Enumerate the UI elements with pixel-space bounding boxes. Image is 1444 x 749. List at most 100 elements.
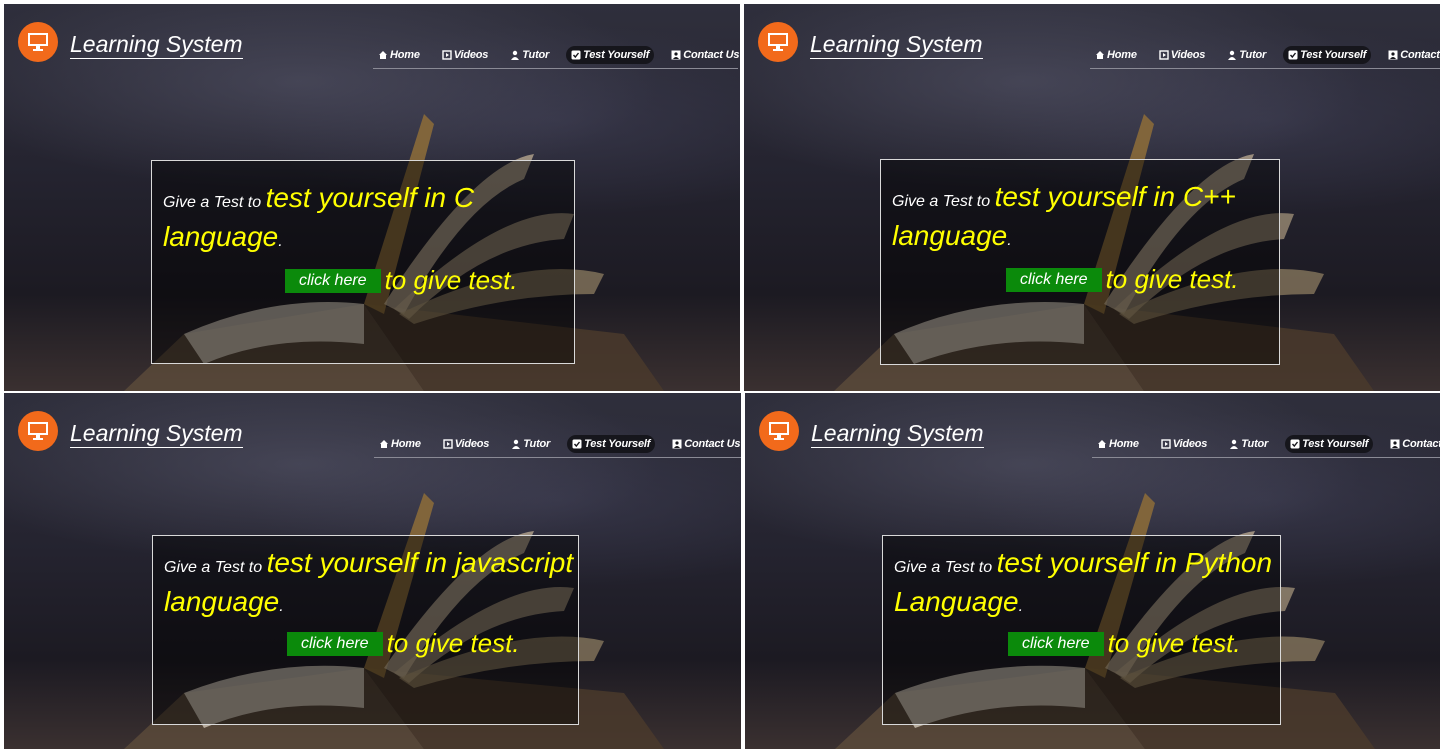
card-cta: click here to give test. bbox=[1006, 264, 1239, 295]
logo[interactable] bbox=[758, 22, 798, 62]
nav-label: Test Yourself bbox=[584, 438, 651, 450]
checkbox-icon bbox=[1288, 50, 1298, 60]
click-here-button[interactable]: click here bbox=[1006, 267, 1102, 292]
nav-label: Home bbox=[391, 438, 421, 450]
nav-contact-us[interactable]: Contact Us bbox=[1383, 46, 1440, 64]
user-icon bbox=[511, 50, 520, 60]
contact-icon bbox=[1388, 50, 1398, 60]
nav-tutor[interactable]: Tutor bbox=[1222, 46, 1271, 64]
nav-label: Tutor bbox=[1241, 438, 1269, 450]
nav-videos[interactable]: Videos bbox=[1154, 46, 1210, 64]
nav-test-yourself[interactable]: Test Yourself bbox=[566, 46, 655, 64]
nav-label: Tutor bbox=[522, 49, 550, 61]
nav-test-yourself[interactable]: Test Yourself bbox=[1283, 46, 1372, 64]
checkbox-icon bbox=[571, 50, 581, 60]
headline-line2: language bbox=[892, 220, 1008, 251]
nav-tutor[interactable]: Tutor bbox=[1224, 435, 1273, 453]
video-icon bbox=[443, 439, 453, 449]
brand-title[interactable]: Learning System bbox=[811, 420, 984, 448]
video-icon bbox=[1161, 439, 1171, 449]
give-test-text: to give test. bbox=[386, 628, 520, 658]
nav-contact-us[interactable]: Contact Us bbox=[666, 46, 740, 64]
nav-videos[interactable]: Videos bbox=[438, 435, 494, 453]
headline-lead: Give a Test to bbox=[164, 559, 267, 576]
give-test-text: to give test. bbox=[1105, 264, 1239, 294]
test-card: Give a Test to test yourself in C langua… bbox=[151, 160, 575, 364]
nav-label: Contact Us bbox=[1402, 438, 1440, 450]
main-nav: Home Videos Tutor Test Yourself Contact … bbox=[1090, 42, 1440, 69]
headline-lead: Give a Test to bbox=[894, 559, 997, 576]
monitor-icon bbox=[28, 33, 48, 51]
brand-title[interactable]: Learning System bbox=[70, 31, 243, 59]
home-icon bbox=[379, 51, 387, 59]
video-icon bbox=[1159, 50, 1169, 60]
nav-label: Tutor bbox=[523, 438, 551, 450]
nav-label: Tutor bbox=[1239, 49, 1267, 61]
nav-contact-us[interactable]: Contact Us bbox=[1385, 435, 1440, 453]
nav-home[interactable]: Home bbox=[1092, 435, 1144, 453]
click-here-button[interactable]: click here bbox=[285, 268, 381, 293]
nav-contact-us[interactable]: Contact Us bbox=[667, 435, 741, 453]
test-page-cpp: Learning System Home Videos Tutor Test Y… bbox=[744, 4, 1440, 391]
test-card: Give a Test to test yourself in javascri… bbox=[152, 535, 579, 725]
headline-lead: Give a Test to bbox=[892, 193, 995, 210]
nav-label: Contact Us bbox=[1400, 49, 1440, 61]
card-headline: Give a Test to test yourself in Python L… bbox=[894, 546, 1272, 624]
checkbox-icon bbox=[572, 439, 582, 449]
nav-label: Home bbox=[1109, 438, 1139, 450]
nav-label: Videos bbox=[453, 49, 489, 61]
give-test-text: to give test. bbox=[384, 265, 518, 295]
nav-videos[interactable]: Videos bbox=[437, 46, 493, 64]
headline-language: test yourself in C bbox=[265, 182, 475, 213]
card-cta: click here to give test. bbox=[285, 265, 518, 296]
click-here-button[interactable]: click here bbox=[287, 631, 383, 656]
nav-label: Videos bbox=[454, 438, 490, 450]
headline-period: . bbox=[279, 598, 284, 615]
headline-period: . bbox=[1018, 598, 1024, 615]
headline-period: . bbox=[278, 233, 283, 250]
monitor-icon bbox=[768, 33, 788, 51]
contact-icon bbox=[1390, 439, 1400, 449]
brand-title[interactable]: Learning System bbox=[810, 31, 983, 59]
card-headline: Give a Test to test yourself in C langua… bbox=[163, 181, 474, 259]
nav-label: Test Yourself bbox=[1302, 438, 1369, 450]
nav-label: Test Yourself bbox=[583, 49, 650, 61]
main-nav: Home Videos Tutor Test Yourself Contact … bbox=[373, 42, 740, 69]
home-icon bbox=[380, 440, 388, 448]
nav-test-yourself[interactable]: Test Yourself bbox=[567, 435, 656, 453]
logo[interactable] bbox=[18, 411, 58, 451]
nav-videos[interactable]: Videos bbox=[1156, 435, 1212, 453]
contact-icon bbox=[671, 50, 681, 60]
monitor-icon bbox=[769, 422, 789, 440]
logo[interactable] bbox=[759, 411, 799, 451]
card-headline: Give a Test to test yourself in C++ lang… bbox=[892, 180, 1236, 258]
nav-home[interactable]: Home bbox=[373, 46, 425, 64]
main-nav: Home Videos Tutor Test Yourself Contact … bbox=[374, 431, 741, 458]
nav-label: Videos bbox=[1172, 438, 1208, 450]
nav-label: Home bbox=[1107, 49, 1137, 61]
screenshot-grid: Learning System Home Videos Tutor Test Y… bbox=[0, 0, 1444, 749]
user-icon bbox=[1228, 50, 1237, 60]
brand-title[interactable]: Learning System bbox=[70, 420, 243, 448]
test-page-c: Learning System Home Videos Tutor Test Y… bbox=[4, 4, 740, 391]
user-icon bbox=[1230, 439, 1239, 449]
monitor-icon bbox=[28, 422, 48, 440]
nav-tutor[interactable]: Tutor bbox=[505, 46, 554, 64]
video-icon bbox=[442, 50, 452, 60]
card-headline: Give a Test to test yourself in javascri… bbox=[164, 546, 573, 624]
click-here-button[interactable]: click here bbox=[1008, 631, 1104, 656]
nav-label: Videos bbox=[1170, 49, 1206, 61]
nav-label: Home bbox=[390, 49, 420, 61]
nav-tutor[interactable]: Tutor bbox=[506, 435, 555, 453]
nav-test-yourself[interactable]: Test Yourself bbox=[1285, 435, 1374, 453]
card-cta: click here to give test. bbox=[287, 628, 520, 659]
headline-period: . bbox=[1007, 232, 1012, 249]
headline-line2: language bbox=[163, 221, 279, 252]
logo[interactable] bbox=[18, 22, 58, 62]
nav-home[interactable]: Home bbox=[1090, 46, 1142, 64]
card-cta: click here to give test. bbox=[1008, 628, 1241, 659]
checkbox-icon bbox=[1290, 439, 1300, 449]
headline-lead: Give a Test to bbox=[163, 194, 266, 211]
nav-home[interactable]: Home bbox=[374, 435, 426, 453]
user-icon bbox=[512, 439, 521, 449]
